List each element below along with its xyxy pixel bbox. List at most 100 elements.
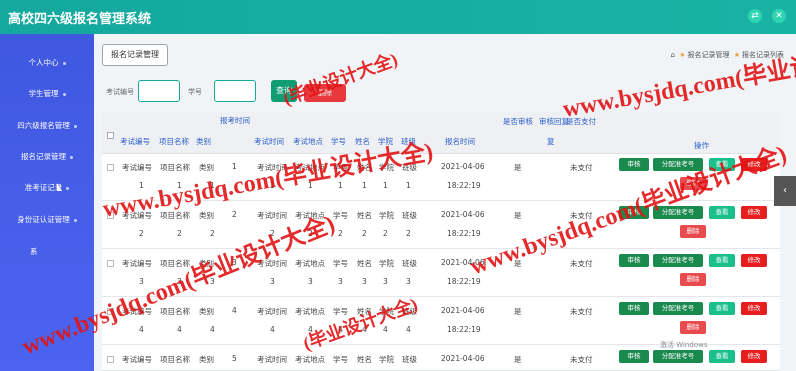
cell-name: 姓名 [357,259,372,268]
breadcrumb-item[interactable]: 报名记录管理 [687,51,729,59]
row-checkbox[interactable] [107,308,114,315]
view-button[interactable]: 查看 [709,302,735,315]
chevron-left-icon[interactable]: ‹ [774,176,796,206]
tab-registration-records[interactable]: 报名记录管理 [102,44,168,66]
column-header[interactable]: 考试编号 [120,136,150,147]
view-button[interactable]: 查看 [709,206,735,219]
view-button[interactable]: 查看 [709,158,735,171]
search-button[interactable]: 查询 [271,80,297,102]
home-icon[interactable]: ⌂ [671,51,675,59]
column-header[interactable]: 报名时间 [445,136,475,147]
edit-button[interactable]: 修改 [741,254,767,267]
exam-no-input[interactable] [138,80,180,102]
close-icon[interactable]: ✕ [772,9,786,23]
cell-place-value: 3 [308,277,313,286]
column-header[interactable]: 是否支付 [566,116,596,127]
cell-paid: 未支付 [570,355,593,364]
column-header[interactable]: 审核回复 [539,116,569,127]
sidebar-item-cet-registration[interactable]: 四六级报名管理 [0,118,94,134]
cell-name-value: 4 [362,325,367,334]
sidebar-item-personal-center[interactable]: 个人中心 [0,55,94,71]
column-header[interactable]: 是否审核 [503,116,533,127]
cell-class: 班级 [402,259,417,268]
cell-paid: 未支付 [570,259,593,268]
cell-place: 考试地点 [295,307,325,316]
sidebar-item-registration-records[interactable]: 报名记录管理 [0,149,94,165]
search-bar: 考试编号 学号 查询 删除 [106,80,506,102]
cell-project: 项目名称 [160,307,190,316]
audit-button[interactable]: 审核 [619,302,649,315]
cell-student-no: 学号 [333,211,348,220]
cell-exam-no-value: 1 [139,181,144,190]
audit-button[interactable]: 审核 [619,206,649,219]
cell-place-value: 2 [308,229,313,238]
row-checkbox[interactable] [107,260,114,267]
column-header[interactable]: 考试时间 [254,136,284,147]
column-header[interactable]: 类别 [196,136,211,147]
sidebar-item-students[interactable]: 学生管理 [0,86,94,102]
assign-ticket-button[interactable]: 分配准考号 [653,206,703,219]
cell-class: 班级 [402,307,417,316]
cell-paid: 未支付 [570,307,593,316]
edit-button[interactable]: 修改 [741,206,767,219]
view-button[interactable]: 查看 [709,350,735,363]
row-checkbox[interactable] [107,356,114,363]
edit-button[interactable]: 修改 [741,302,767,315]
cell-time: 18:22:19 [447,181,481,190]
cell-place: 考试地点 [295,163,325,172]
cell-date: 2021-04-06 [441,258,485,267]
assign-ticket-button[interactable]: 分配准考号 [653,302,703,315]
delete-button[interactable]: 删除 [680,321,706,334]
cell-name-value: 1 [362,181,367,190]
column-header[interactable]: 学号 [331,136,346,147]
column-header[interactable]: 考试地点 [293,136,323,147]
delete-button[interactable]: 删除 [680,177,706,190]
row-checkbox[interactable] [107,212,114,219]
sidebar-item-system[interactable]: 系 [0,244,94,260]
assign-ticket-button[interactable]: 分配准考号 [653,158,703,171]
audit-button[interactable]: 审核 [619,254,649,267]
cell-number: 3 [232,258,237,267]
assign-ticket-button[interactable]: 分配准考号 [653,254,703,267]
select-all-checkbox[interactable] [107,132,114,139]
table-row: 考试编号 项目名称 类别 1 考试时间 考试地点 学号 姓名 学院 班级 1 1… [102,154,780,201]
exam-no-label: 考试编号 [106,88,134,96]
audit-button[interactable]: 审核 [619,350,649,363]
sidebar-item-id-verification[interactable]: 身份证认证管理 [0,212,94,228]
cell-student-no-value: 1 [338,181,343,190]
sidebar-item-admission-tickets[interactable]: 准考证记录 [0,180,94,196]
assign-ticket-button[interactable]: 分配准考号 [653,350,703,363]
delete-button[interactable]: 删除 [680,225,706,238]
cell-category: 类别 [199,211,214,220]
column-header[interactable]: 学院 [378,136,393,147]
cell-project-value: 3 [177,277,182,286]
edit-button[interactable]: 修改 [741,350,767,363]
delete-button[interactable]: 删除 [680,273,706,286]
edit-button[interactable]: 修改 [741,158,767,171]
cell-student-no-value: 2 [338,229,343,238]
table-row: 考试编号 项目名称 类别 3 考试时间 考试地点 学号 姓名 学院 班级 3 3… [102,250,780,297]
column-header[interactable]: 项目名称 [159,136,189,147]
cell-class: 班级 [402,211,417,220]
swap-icon[interactable]: ⇄ [748,9,762,23]
student-no-input[interactable] [214,80,256,102]
cell-college-value: 3 [383,277,388,286]
cell-college-value: 4 [383,325,388,334]
batch-delete-button[interactable]: 删除 [304,84,346,102]
audit-button[interactable]: 审核 [619,158,649,171]
row-checkbox[interactable] [107,164,114,171]
view-button[interactable]: 查看 [709,254,735,267]
cell-college: 学院 [379,355,394,364]
cell-exam-time: 考试时间 [257,211,287,220]
sidebar-item-label: 报名记录管理 [21,152,66,161]
column-header[interactable]: 班级 [401,136,416,147]
cell-category: 类别 [199,355,214,364]
cell-name-value: 2 [362,229,367,238]
cell-student-no-value: 3 [338,277,343,286]
breadcrumb-item[interactable]: 报名记录列表 [742,51,784,59]
star-icon: ★ [733,51,740,59]
cell-time: 18:22:19 [447,277,481,286]
cell-exam-no: 考试编号 [122,163,152,172]
column-header[interactable]: 姓名 [355,136,370,147]
cell-date: 2021-04-06 [441,306,485,315]
